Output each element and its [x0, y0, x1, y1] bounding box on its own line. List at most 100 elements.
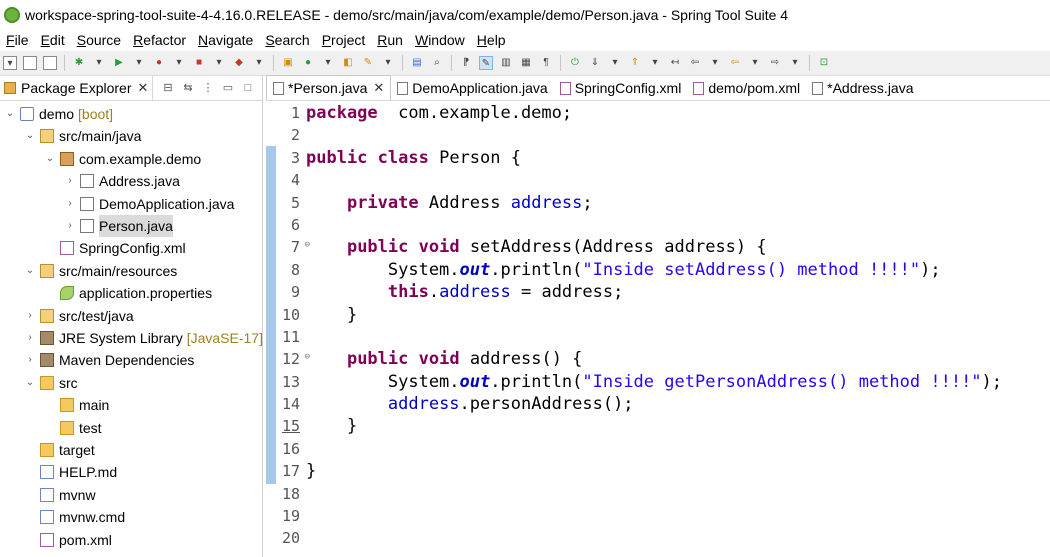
- menu-help[interactable]: Help: [471, 32, 512, 48]
- tree-item[interactable]: target: [0, 439, 95, 461]
- word-wrap-icon[interactable]: ▦: [519, 56, 533, 70]
- spring-icon[interactable]: ⏻: [568, 56, 582, 70]
- chevron-right-icon[interactable]: ›: [64, 215, 76, 237]
- chevron-down-icon[interactable]: ⌄: [24, 125, 36, 147]
- view-actions: ⊟ ⇆ ⋮ ▭ □: [158, 81, 262, 95]
- tree-item[interactable]: application.properties: [0, 282, 212, 304]
- save-icon[interactable]: [23, 56, 37, 70]
- editor-tab[interactable]: DemoApplication.java: [391, 76, 553, 100]
- tree-item[interactable]: › Maven Dependencies: [0, 349, 194, 371]
- dropdown-icon[interactable]: ▾: [321, 56, 335, 70]
- console-icon[interactable]: ▤: [410, 56, 424, 70]
- menu-run[interactable]: Run: [371, 32, 409, 48]
- dropdown-icon[interactable]: ▾: [212, 56, 226, 70]
- tree-item[interactable]: › src/test/java: [0, 305, 133, 327]
- menu-project[interactable]: Project: [316, 32, 372, 48]
- link-with-editor-icon[interactable]: ⇆: [181, 81, 195, 95]
- code-token: setAddress(Address address) {: [459, 237, 767, 258]
- chevron-right-icon[interactable]: ›: [24, 327, 36, 349]
- editor-tab[interactable]: *Address.java: [806, 76, 919, 100]
- last-edit-icon[interactable]: ↤: [668, 56, 682, 70]
- dropdown-icon[interactable]: ▾: [648, 56, 662, 70]
- tree-item[interactable]: HELP.md: [0, 461, 117, 483]
- close-icon[interactable]: ✕: [138, 80, 149, 96]
- editor-tab[interactable]: *Person.java ✕: [266, 75, 392, 100]
- tree-item[interactable]: ⌄ com.example.demo: [0, 148, 201, 170]
- editor-tab[interactable]: demo/pom.xml: [687, 76, 806, 100]
- dropdown-icon[interactable]: ▾: [708, 56, 722, 70]
- next-annotation-icon[interactable]: ⇓: [588, 56, 602, 70]
- mark-occurrences-icon[interactable]: ✎: [479, 56, 493, 70]
- chevron-right-icon[interactable]: ›: [24, 349, 36, 371]
- editor-tab[interactable]: SpringConfig.xml: [554, 76, 688, 100]
- tree-item[interactable]: SpringConfig.xml: [0, 237, 186, 259]
- new-icon[interactable]: ▾: [3, 56, 17, 70]
- maximize-icon[interactable]: □: [241, 81, 255, 95]
- menu-search[interactable]: Search: [259, 32, 315, 48]
- show-whitespace-icon[interactable]: ¶: [539, 56, 553, 70]
- code-line: }: [306, 460, 1046, 482]
- chevron-down-icon[interactable]: ⌄: [44, 148, 56, 170]
- external-tools-icon[interactable]: ●: [152, 56, 166, 70]
- menu-source[interactable]: Source: [71, 32, 127, 48]
- chevron-right-icon[interactable]: ›: [64, 193, 76, 215]
- collapse-all-icon[interactable]: ⊟: [161, 81, 175, 95]
- menu-file[interactable]: File: [0, 32, 35, 48]
- code-area[interactable]: package com.example.demo; public class Pe…: [306, 102, 1046, 550]
- menu-edit[interactable]: Edit: [35, 32, 71, 48]
- tree-item[interactable]: › Person.java: [0, 215, 173, 237]
- dropdown-icon[interactable]: ▾: [608, 56, 622, 70]
- tree-item[interactable]: ⌄ src/main/resources: [0, 260, 177, 282]
- tree-item[interactable]: test: [0, 417, 102, 439]
- run-icon[interactable]: ▶: [112, 56, 126, 70]
- dropdown-icon[interactable]: ▾: [788, 56, 802, 70]
- tree-item[interactable]: ⌄ demo [boot]: [0, 103, 113, 125]
- stop-icon[interactable]: ■: [192, 56, 206, 70]
- dropdown-icon[interactable]: ▾: [748, 56, 762, 70]
- toggle-breadcrumb-icon[interactable]: ⁋: [459, 56, 473, 70]
- new-class-icon[interactable]: ●: [301, 56, 315, 70]
- keyword-token: package: [306, 103, 378, 123]
- debug-icon[interactable]: ✱: [72, 56, 86, 70]
- minimize-icon[interactable]: ▭: [221, 81, 235, 95]
- tree-item[interactable]: ⌄ src: [0, 372, 78, 394]
- browser-icon[interactable]: ⌕: [430, 56, 444, 70]
- tree-item[interactable]: ⌄ src/main/java: [0, 125, 142, 147]
- search-icon[interactable]: ✎: [361, 56, 375, 70]
- tree-item-label: DemoApplication.java: [99, 195, 235, 212]
- pin-editor-icon[interactable]: ⊡: [817, 56, 831, 70]
- open-type-icon[interactable]: ◧: [341, 56, 355, 70]
- tree-item[interactable]: main: [0, 394, 109, 416]
- tree-item[interactable]: › Address.java: [0, 170, 180, 192]
- back-icon[interactable]: ⇦: [688, 56, 702, 70]
- block-selection-icon[interactable]: ▥: [499, 56, 513, 70]
- tree-item[interactable]: mvnw.cmd: [0, 506, 125, 528]
- menu-refactor[interactable]: Refactor: [127, 32, 192, 48]
- previous-annotation-icon[interactable]: ⇑: [628, 56, 642, 70]
- chevron-right-icon[interactable]: ›: [64, 170, 76, 192]
- save-all-icon[interactable]: [43, 56, 57, 70]
- dropdown-icon[interactable]: ▾: [172, 56, 186, 70]
- chevron-down-icon[interactable]: ⌄: [4, 103, 16, 125]
- chevron-down-icon[interactable]: ⌄: [24, 260, 36, 282]
- package-explorer-tab-bar: Package Explorer ✕ ⊟ ⇆ ⋮ ▭ □: [0, 76, 262, 101]
- chevron-right-icon[interactable]: ›: [24, 305, 36, 327]
- tree-item[interactable]: mvnw: [0, 484, 96, 506]
- dropdown-icon[interactable]: ▾: [132, 56, 146, 70]
- dropdown-icon[interactable]: ▾: [252, 56, 266, 70]
- view-menu-icon[interactable]: ⋮: [201, 81, 215, 95]
- back-history-icon[interactable]: ⇦: [728, 56, 742, 70]
- package-explorer-tab[interactable]: Package Explorer ✕: [0, 76, 154, 100]
- menu-navigate[interactable]: Navigate: [192, 32, 259, 48]
- boot-dashboard-icon[interactable]: ◆: [232, 56, 246, 70]
- close-icon[interactable]: ✕: [373, 80, 384, 96]
- dropdown-icon[interactable]: ▾: [381, 56, 395, 70]
- tree-item[interactable]: › JRE System Library [JavaSE-17]: [0, 327, 263, 349]
- forward-icon[interactable]: ⇨: [768, 56, 782, 70]
- tree-item[interactable]: pom.xml: [0, 529, 112, 551]
- new-package-icon[interactable]: ▣: [281, 56, 295, 70]
- tree-item[interactable]: › DemoApplication.java: [0, 193, 234, 215]
- dropdown-icon[interactable]: ▾: [92, 56, 106, 70]
- menu-window[interactable]: Window: [409, 32, 471, 48]
- chevron-down-icon[interactable]: ⌄: [24, 372, 36, 394]
